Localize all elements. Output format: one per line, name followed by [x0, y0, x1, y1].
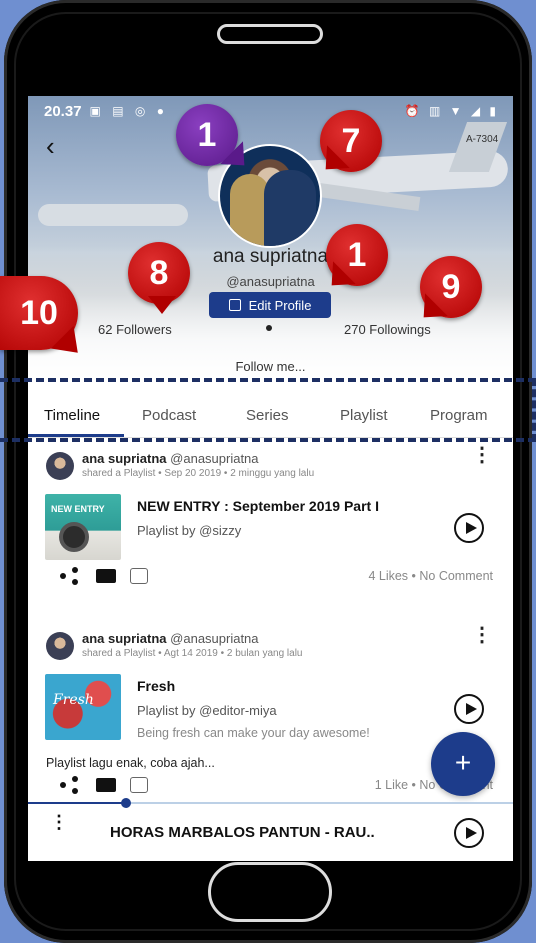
post-actions	[60, 776, 148, 794]
playlist-description: Being fresh can make your day awesome!	[137, 726, 370, 740]
play-button[interactable]	[454, 694, 484, 724]
status-bar: 20.37 ▣ ▤ ◎ ● ⏰ ▥ ▼ ◢ ▮	[28, 96, 513, 126]
post-avatar[interactable]	[46, 632, 74, 660]
app-screen: A-7304 20.37 ▣ ▤ ◎ ● ⏰ ▥ ▼ ◢ ▮ ‹ ana sup…	[28, 96, 513, 861]
more-options-icon[interactable]: ⋮	[472, 625, 492, 652]
tabs-highlight-box	[0, 378, 536, 442]
notification-icons: ▣ ▤ ◎ ●	[89, 104, 168, 118]
playlist-author: Playlist by @editor-miya	[137, 703, 277, 718]
add-fab-button[interactable]: +	[431, 732, 495, 796]
annotation-badge: 8	[128, 242, 190, 314]
player-more-icon[interactable]: ⋮	[50, 813, 68, 831]
timeline-post: ana supriatna @anasupriatna shared a Pla…	[28, 445, 513, 608]
post-user[interactable]: ana supriatna @anasupriatna	[82, 631, 259, 646]
post-user-name: ana supriatna	[82, 631, 167, 646]
thumbnail-text: NEW ENTRY	[51, 504, 105, 514]
thumbnail-text: Fresh	[53, 692, 94, 708]
post-actions	[60, 567, 148, 585]
post-user[interactable]: ana supriatna @anasupriatna	[82, 451, 259, 466]
annotation-badge: 7	[320, 110, 382, 172]
playlist-thumbnail[interactable]: NEW ENTRY	[45, 494, 121, 560]
now-playing-title[interactable]: HORAS MARBALOS PANTUN - RAU..	[110, 824, 375, 841]
post-user-handle: @anasupriatna	[170, 631, 259, 646]
followers-count[interactable]: 62 Followers	[98, 322, 172, 337]
plane-tail-text: A-7304	[466, 134, 499, 145]
annotation-badge: 1	[176, 104, 238, 166]
playlist-thumbnail[interactable]: Fresh	[45, 674, 121, 740]
home-button[interactable]	[208, 862, 332, 922]
post-user-handle: @anasupriatna	[170, 451, 259, 466]
phone-speaker	[217, 24, 323, 44]
more-options-icon[interactable]: ⋮	[472, 445, 492, 472]
annotation-badge: 9	[420, 256, 482, 318]
post-stats: 4 Likes • No Comment	[368, 569, 493, 583]
player-progress	[28, 802, 126, 804]
record-disc	[59, 522, 89, 552]
annotation-badge: 1	[326, 224, 388, 286]
edit-profile-button[interactable]: Edit Profile	[209, 292, 331, 318]
back-arrow-icon[interactable]: ‹	[46, 133, 70, 159]
avatar-person-right	[264, 170, 316, 246]
post-meta: shared a Playlist • Agt 14 2019 • 2 bula…	[82, 648, 303, 659]
plane-left-shape	[38, 204, 188, 226]
status-time: 20.37	[44, 102, 82, 120]
post-caption: Playlist lagu enak, coba ajah...	[46, 756, 215, 770]
followings-count[interactable]: 270 Followings	[344, 322, 431, 337]
profile-bio: Follow me...	[235, 359, 306, 374]
comment-icon[interactable]	[96, 778, 116, 792]
playlist-author: Playlist by @sizzy	[137, 523, 242, 538]
like-icon[interactable]	[130, 777, 148, 793]
player-play-button[interactable]	[454, 818, 484, 848]
post-avatar[interactable]	[46, 452, 74, 480]
stats-separator	[266, 325, 272, 331]
post-user-name: ana supriatna	[82, 451, 167, 466]
post-meta: shared a Playlist • Sep 20 2019 • 2 ming…	[82, 468, 315, 479]
share-icon[interactable]	[60, 567, 82, 585]
mini-player: ⋮ HORAS MARBALOS PANTUN - RAU..	[28, 798, 513, 861]
progress-handle[interactable]	[121, 798, 131, 808]
system-icons: ⏰ ▥ ▼ ◢ ▮	[404, 104, 499, 118]
play-button[interactable]	[454, 513, 484, 543]
edit-icon	[228, 299, 241, 311]
like-icon[interactable]	[130, 568, 148, 584]
playlist-title[interactable]: Fresh	[137, 678, 175, 694]
share-icon[interactable]	[60, 776, 82, 794]
annotation-badge: 10	[0, 276, 78, 350]
edit-profile-label: Edit Profile	[248, 297, 312, 313]
comment-icon[interactable]	[96, 569, 116, 583]
playlist-title[interactable]: NEW ENTRY : September 2019 Part I	[137, 498, 379, 514]
